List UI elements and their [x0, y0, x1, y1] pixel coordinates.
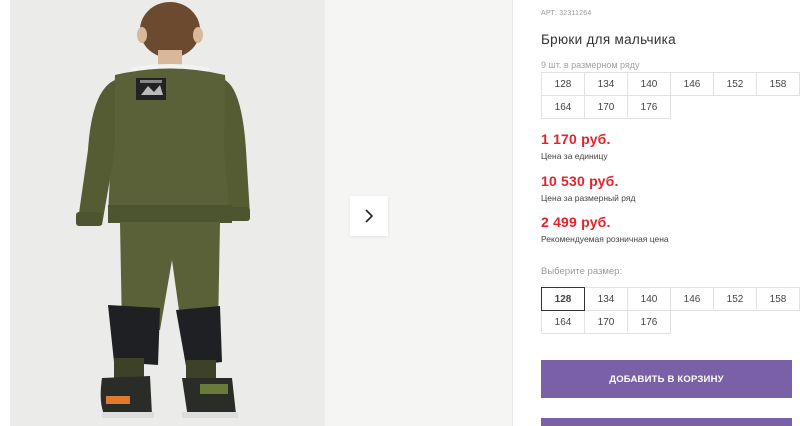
size-option[interactable]: 134: [584, 287, 628, 311]
size-option[interactable]: 158: [756, 287, 800, 311]
size-row-grid: 128 134 140 146 152 158 164 170 176: [541, 72, 800, 119]
size-row-cell: 170: [584, 95, 628, 119]
divider: [512, 0, 513, 426]
price-unit-label: Цена за единицу: [541, 151, 608, 161]
secondary-action-button[interactable]: [541, 418, 792, 426]
size-row-note: 9 шт. в размерном ряду: [541, 60, 640, 70]
product-title: Брюки для мальчика: [541, 32, 676, 47]
size-row-cell: 134: [584, 72, 628, 96]
price-size-row: 10 530 руб.: [541, 173, 619, 189]
size-row-cell: 152: [713, 72, 757, 96]
size-row-cell: 128: [541, 72, 585, 96]
size-select-grid: 128 134 140 146 152 158 164 170 176: [541, 287, 800, 334]
size-row-cell: 164: [541, 95, 585, 119]
size-row-cell: 158: [756, 72, 800, 96]
size-row-cell: 176: [627, 95, 671, 119]
add-to-cart-button[interactable]: ДОБАВИТЬ В КОРЗИНУ: [541, 360, 792, 398]
size-option[interactable]: 146: [670, 287, 714, 311]
chevron-right-icon: [365, 209, 374, 223]
size-option[interactable]: 164: [541, 310, 585, 334]
size-select-label: Выберите размер:: [541, 266, 623, 277]
price-retail: 2 499 руб.: [541, 214, 611, 230]
product-sku: АРТ: 32311264: [541, 10, 592, 17]
price-retail-label: Рекомендуемая розничная цена: [541, 234, 669, 244]
size-row-cell: 140: [627, 72, 671, 96]
size-option-selected[interactable]: 128: [541, 287, 585, 311]
gallery-next-button[interactable]: [350, 196, 388, 236]
price-size-row-label: Цена за размерный ряд: [541, 193, 636, 203]
size-option[interactable]: 176: [627, 310, 671, 334]
size-option[interactable]: 170: [584, 310, 628, 334]
product-photo-illustration: [10, 0, 325, 426]
product-photo: [10, 0, 325, 426]
size-option[interactable]: 140: [627, 287, 671, 311]
product-info: АРТ: 32311264 Брюки для мальчика 9 шт. в…: [541, 0, 800, 426]
product-gallery: [0, 0, 512, 426]
price-unit: 1 170 руб.: [541, 131, 611, 147]
size-row-cell: 146: [670, 72, 714, 96]
size-option[interactable]: 152: [713, 287, 757, 311]
